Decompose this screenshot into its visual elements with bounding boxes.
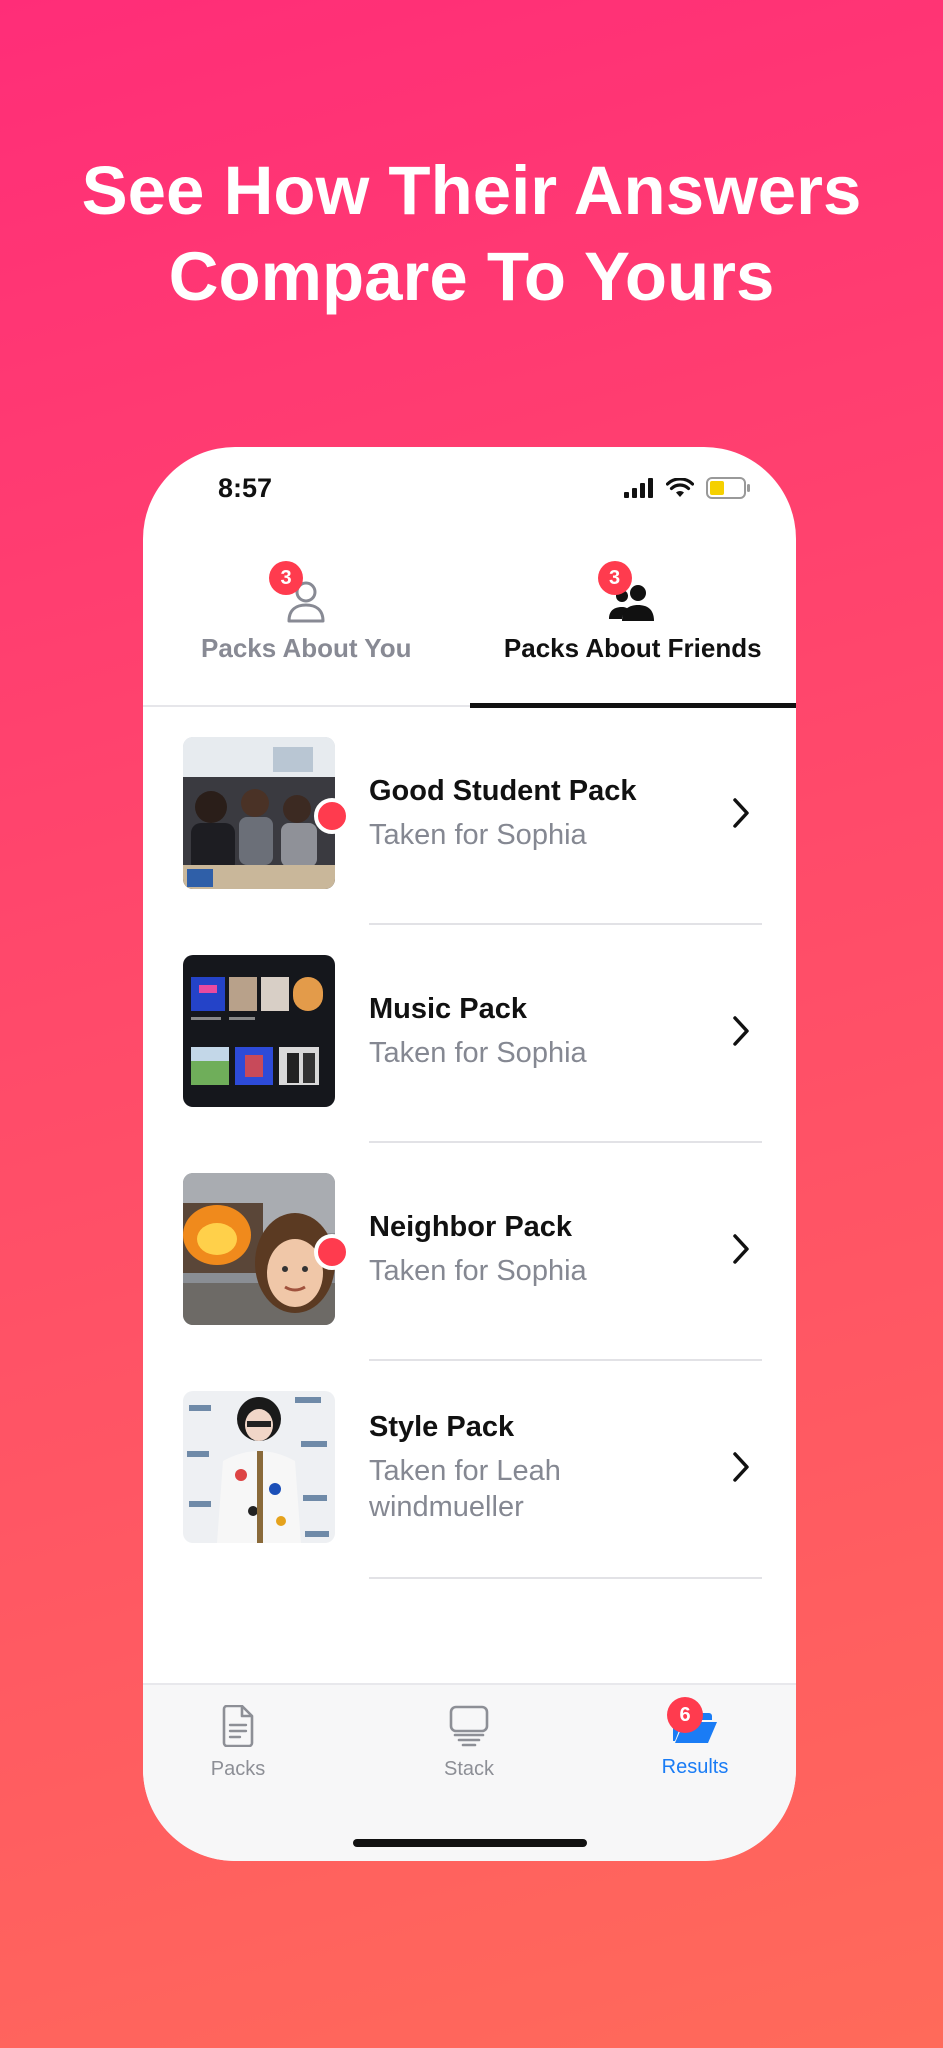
tab-label-about-friends: Packs About Friends <box>503 633 762 663</box>
list-item[interactable]: Good Student Pack Taken for Sophia <box>143 707 796 925</box>
headline-line-2: Compare To Yours <box>168 238 775 315</box>
wifi-icon <box>666 478 694 497</box>
tabbar-stack-label: Stack <box>443 1758 495 1780</box>
badge-about-you: 3 <box>269 561 303 595</box>
chevron-right-icon <box>733 1234 749 1264</box>
stack-icon <box>449 1705 489 1747</box>
segment-tabs: 3 Packs About You 3 Packs About Friends <box>143 555 796 708</box>
tabbar-results[interactable]: 6 Results <box>615 1697 775 1779</box>
list-item[interactable]: Music Pack Taken for Sophia <box>143 925 796 1143</box>
row-divider <box>369 1577 762 1579</box>
unread-dot <box>314 1234 350 1270</box>
pack-subtitle: Taken for Leah windmueller <box>369 1455 561 1523</box>
pack-title: Good Student Pack <box>369 775 637 807</box>
status-time: 8:57 <box>218 473 273 503</box>
list-item[interactable]: Style Pack Taken for Leah windmueller <box>143 1361 796 1579</box>
chevron-right-icon <box>733 1452 749 1482</box>
tabbar-packs-label: Packs <box>210 1758 266 1780</box>
document-icon <box>222 1704 254 1748</box>
headline-line-1: See How Their Answers <box>81 152 862 229</box>
pack-thumbnail <box>183 1173 335 1325</box>
pack-thumbnail <box>183 955 335 1107</box>
results-badge: 6 <box>667 1697 703 1733</box>
signal-icon <box>624 478 653 498</box>
pack-thumbnail <box>183 1391 335 1543</box>
tabbar-results-label: Results <box>661 1756 729 1778</box>
unread-dot <box>314 798 350 834</box>
pack-title: Style Pack <box>369 1411 515 1443</box>
home-indicator <box>352 1839 587 1847</box>
chevron-right-icon <box>733 1016 749 1046</box>
pack-thumbnail <box>183 737 335 889</box>
headline: See How Their Answers Compare To Yours <box>0 148 943 320</box>
chevron-right-icon <box>733 798 749 828</box>
pack-subtitle: Taken for Sophia <box>369 819 587 851</box>
badge-about-friends: 3 <box>597 561 632 595</box>
tabbar-stack[interactable]: Stack <box>389 1705 549 1781</box>
tab-packs-about-friends[interactable]: 3 Packs About Friends <box>469 555 796 708</box>
bottom-tab-bar: Packs Stack 6 Results <box>143 1683 796 1861</box>
pack-subtitle: Taken for Sophia <box>369 1037 587 1069</box>
tabbar-packs[interactable]: Packs <box>158 1704 318 1781</box>
status-icons <box>624 477 752 499</box>
pack-subtitle: Taken for Sophia <box>369 1255 587 1287</box>
phone-screen: 8:57 3 Packs About You 3 Packs About Fri… <box>143 447 796 1861</box>
pack-title: Neighbor Pack <box>369 1211 573 1243</box>
pack-list: Good Student Pack Taken for Sophia Music… <box>143 707 796 1579</box>
list-item[interactable]: Neighbor Pack Taken for Sophia <box>143 1143 796 1361</box>
tab-packs-about-you[interactable]: 3 Packs About You <box>143 555 470 705</box>
battery-icon <box>706 477 750 499</box>
pack-title: Music Pack <box>369 993 527 1025</box>
tab-label-about-you: Packs About You <box>201 633 412 663</box>
